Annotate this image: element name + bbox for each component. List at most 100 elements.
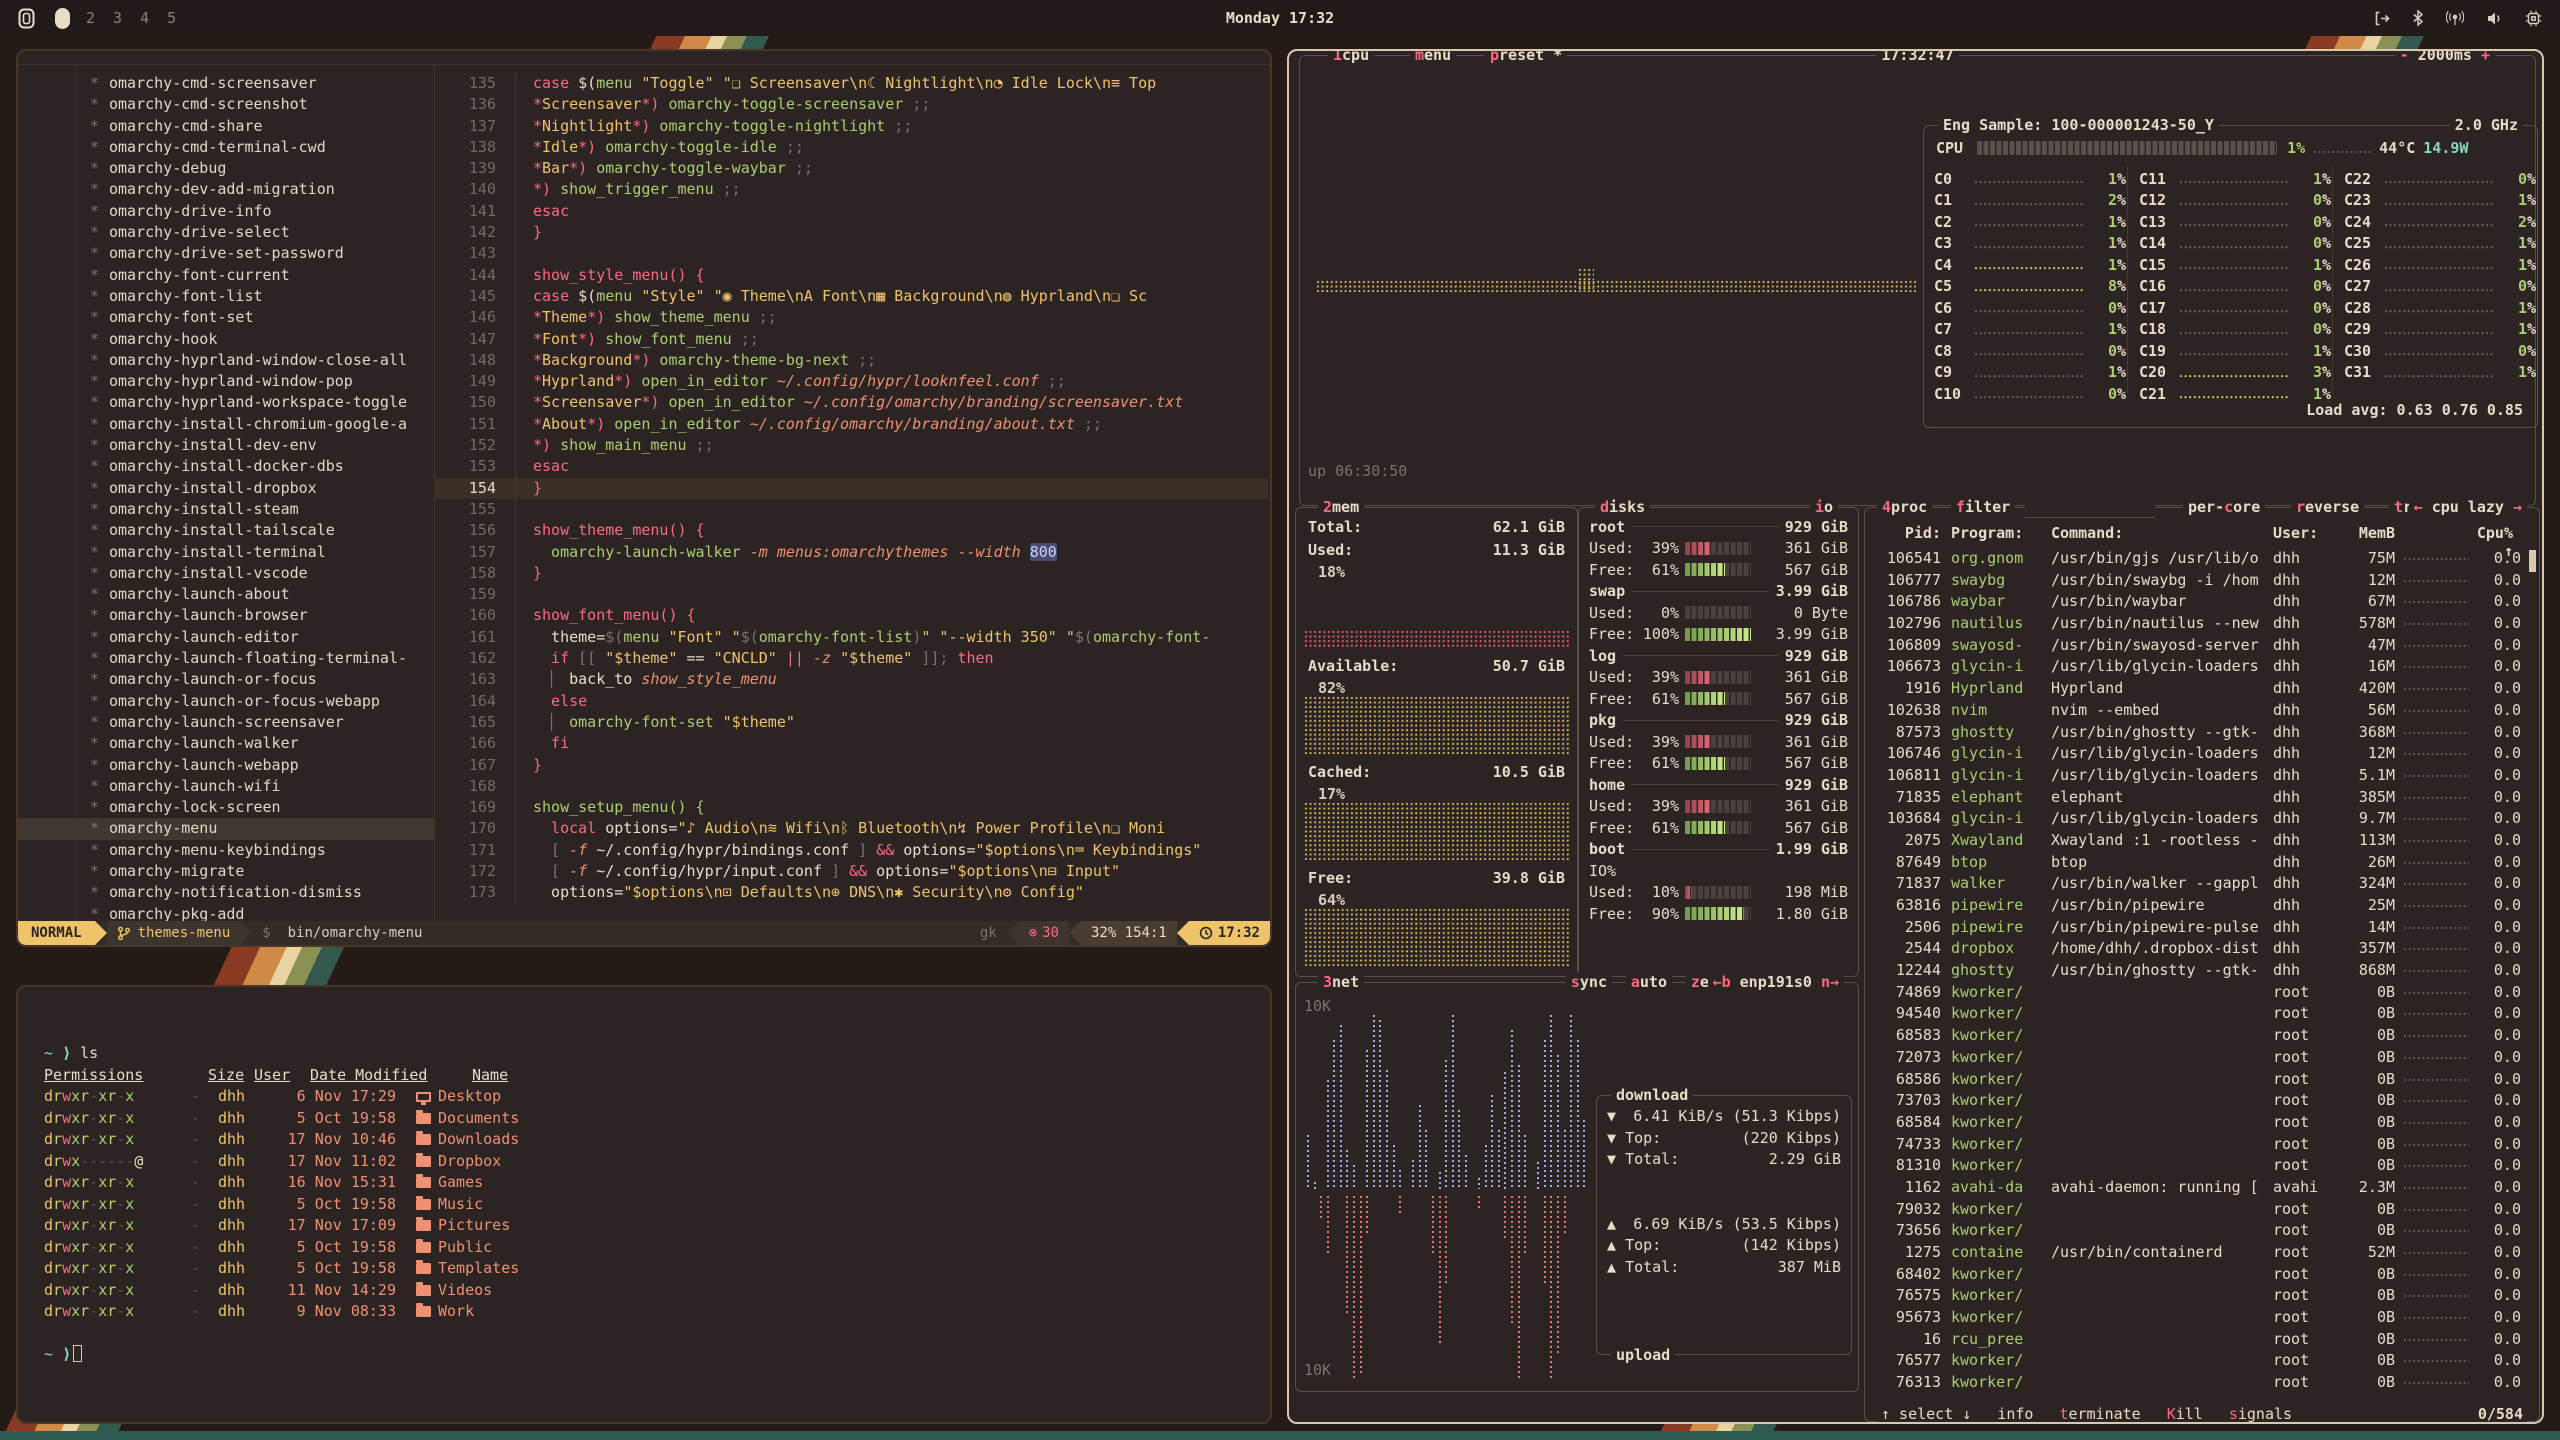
process-row[interactable]: 102638nvimnvim --embeddhh56M0.0: [1875, 700, 2529, 722]
cpu-chip-icon[interactable]: [2525, 10, 2542, 27]
file-item[interactable]: *omarchy-install-dev-env: [18, 435, 434, 456]
process-row[interactable]: 1916HyprlandHyprlanddhh420M0.0: [1875, 678, 2529, 700]
process-row[interactable]: 68583kworker/root0B0.0: [1875, 1025, 2529, 1047]
process-row[interactable]: 106811glycin-i/usr/lib/glycin-loadersdhh…: [1875, 765, 2529, 787]
process-row[interactable]: 106777swaybg/usr/bin/swaybg -i /homdhh12…: [1875, 570, 2529, 592]
file-item[interactable]: *omarchy-launch-floating-terminal-: [18, 648, 434, 669]
process-row[interactable]: 68402kworker/root0B0.0: [1875, 1264, 2529, 1286]
proc-scrollbar-thumb[interactable]: [2529, 550, 2536, 572]
file-item[interactable]: *omarchy-cmd-terminal-cwd: [18, 137, 434, 158]
process-row[interactable]: 63816pipewire/usr/bin/pipewiredhh25M0.0: [1875, 895, 2529, 917]
workspace-active[interactable]: [55, 8, 70, 29]
proc-filter[interactable]: filter: [1951, 497, 2015, 517]
update-interval[interactable]: - 2000ms +: [2395, 49, 2495, 65]
logout-icon[interactable]: [2373, 10, 2390, 27]
file-item[interactable]: *omarchy-drive-set-password: [18, 243, 434, 264]
process-row[interactable]: 2075XwaylandXwayland :1 -rootless -dhh11…: [1875, 830, 2529, 852]
tab-io[interactable]: io: [1810, 497, 1838, 517]
process-row[interactable]: 106809swayosd-/usr/bin/swayosd-serverdhh…: [1875, 635, 2529, 657]
process-row[interactable]: 102796nautilus/usr/bin/nautilus --newdhh…: [1875, 613, 2529, 635]
file-item[interactable]: *omarchy-font-list: [18, 286, 434, 307]
file-item[interactable]: *omarchy-menu: [18, 818, 434, 839]
tab-disks[interactable]: disks: [1595, 497, 1650, 517]
process-row[interactable]: 74733kworker/root0B0.0: [1875, 1134, 2529, 1156]
process-row[interactable]: 12244ghostty/usr/bin/ghostty --gtk-dhh86…: [1875, 960, 2529, 982]
menu-button[interactable]: menu: [1410, 49, 1456, 65]
file-item[interactable]: *omarchy-cmd-screensaver: [18, 73, 434, 94]
file-item[interactable]: *omarchy-hook: [18, 329, 434, 350]
wifi-icon[interactable]: [2446, 10, 2464, 27]
file-item[interactable]: *omarchy-launch-screensaver: [18, 712, 434, 733]
file-item[interactable]: *omarchy-launch-walker: [18, 733, 434, 754]
workspace-item[interactable]: 3: [113, 9, 122, 27]
process-row[interactable]: 94540kworker/root0B0.0: [1875, 1003, 2529, 1025]
file-item[interactable]: *omarchy-launch-or-focus-webapp: [18, 691, 434, 712]
process-row[interactable]: 106541org.gnom/usr/bin/gjs /usr/lib/odhh…: [1875, 548, 2529, 570]
file-item[interactable]: *omarchy-install-steam: [18, 499, 434, 520]
process-row[interactable]: 87573ghostty/usr/bin/ghostty --gtk-dhh36…: [1875, 722, 2529, 744]
file-item[interactable]: *omarchy-install-dropbox: [18, 478, 434, 499]
tab-proc[interactable]: 4proc: [1877, 497, 1932, 517]
tab-mem[interactable]: 2mem: [1318, 497, 1364, 517]
file-item[interactable]: *omarchy-install-docker-dbs: [18, 456, 434, 477]
process-row[interactable]: 16rcu_preeroot0B0.0: [1875, 1329, 2529, 1351]
workspace-item[interactable]: 2: [86, 9, 95, 27]
file-item[interactable]: *omarchy-font-current: [18, 265, 434, 286]
workspace-item[interactable]: 4: [140, 9, 149, 27]
proc-action-select[interactable]: ↑ select ↓: [1881, 1405, 1971, 1423]
process-row[interactable]: 71835elephantelephantdhh385M0.0: [1875, 787, 2529, 809]
file-item[interactable]: *omarchy-cmd-share: [18, 116, 434, 137]
bluetooth-icon[interactable]: [2412, 9, 2424, 27]
net-sync-toggle[interactable]: sync: [1566, 972, 1612, 992]
file-item[interactable]: *omarchy-launch-webapp: [18, 755, 434, 776]
net-interface[interactable]: ←b enp191s0 n→: [1708, 972, 1844, 992]
process-row[interactable]: 76313kworker/root0B0.0: [1875, 1372, 2529, 1394]
tab-net[interactable]: 3net: [1318, 972, 1364, 992]
proc-per-core-toggle[interactable]: per-core: [2183, 497, 2265, 517]
shell-prompt-line[interactable]: ~ ⟩: [44, 1344, 1260, 1366]
file-item[interactable]: *omarchy-launch-about: [18, 584, 434, 605]
file-item[interactable]: *omarchy-cmd-screenshot: [18, 94, 434, 115]
file-item[interactable]: *omarchy-drive-info: [18, 201, 434, 222]
file-item[interactable]: *omarchy-launch-or-focus: [18, 669, 434, 690]
workspace-item[interactable]: 5: [167, 9, 176, 27]
file-item[interactable]: *omarchy-dev-add-migration: [18, 179, 434, 200]
file-item[interactable]: *omarchy-drive-select: [18, 222, 434, 243]
process-row[interactable]: 106786waybar/usr/bin/waybardhh67M0.0: [1875, 591, 2529, 613]
process-row[interactable]: 68584kworker/root0B0.0: [1875, 1112, 2529, 1134]
process-row[interactable]: 73656kworker/root0B0.0: [1875, 1220, 2529, 1242]
process-row[interactable]: 95673kworker/root0B0.0: [1875, 1307, 2529, 1329]
proc-action-info[interactable]: info: [1997, 1405, 2033, 1423]
file-item[interactable]: *omarchy-launch-browser: [18, 605, 434, 626]
proc-action-signals[interactable]: signals: [2229, 1405, 2292, 1423]
process-row[interactable]: 79032kworker/root0B0.0: [1875, 1199, 2529, 1221]
preset-button[interactable]: preset *: [1485, 49, 1567, 65]
process-row[interactable]: 1275containe/usr/bin/containerdroot52M0.…: [1875, 1242, 2529, 1264]
file-item[interactable]: *omarchy-notification-dismiss: [18, 882, 434, 903]
file-item[interactable]: *omarchy-hyprland-window-close-all: [18, 350, 434, 371]
file-item[interactable]: *omarchy-debug: [18, 158, 434, 179]
process-row[interactable]: 2506pipewire/usr/bin/pipewire-pulsedhh14…: [1875, 917, 2529, 939]
proc-filter-input[interactable]: [2025, 497, 2155, 518]
process-row[interactable]: 74869kworker/root0B0.0: [1875, 982, 2529, 1004]
process-row[interactable]: 2544dropbox/home/dhh/.dropbox-distdhh357…: [1875, 938, 2529, 960]
process-row[interactable]: 106673glycin-i/usr/lib/glycin-loadersdhh…: [1875, 656, 2529, 678]
volume-icon[interactable]: [2486, 10, 2503, 27]
file-item[interactable]: *omarchy-install-vscode: [18, 563, 434, 584]
file-item[interactable]: *omarchy-lock-screen: [18, 797, 434, 818]
process-row[interactable]: 76575kworker/root0B0.0: [1875, 1285, 2529, 1307]
process-row[interactable]: 71837walker/usr/bin/walker --gappldhh324…: [1875, 873, 2529, 895]
proc-sort-selector[interactable]: ← cpu lazy →: [2409, 497, 2527, 517]
process-row[interactable]: 72073kworker/root0B0.0: [1875, 1047, 2529, 1069]
file-item[interactable]: *omarchy-migrate: [18, 861, 434, 882]
proc-action-terminate[interactable]: terminate: [2059, 1405, 2140, 1423]
process-row[interactable]: 68586kworker/root0B0.0: [1875, 1069, 2529, 1091]
file-item[interactable]: *omarchy-hyprland-workspace-toggle: [18, 392, 434, 413]
process-row[interactable]: 103684glycin-i/usr/lib/glycin-loadersdhh…: [1875, 808, 2529, 830]
proc-reverse-toggle[interactable]: reverse: [2291, 497, 2364, 517]
proc-action-kill[interactable]: Kill: [2167, 1405, 2203, 1423]
file-item[interactable]: *omarchy-menu-keybindings: [18, 840, 434, 861]
process-row[interactable]: 87649btopbtopdhh26M0.0: [1875, 852, 2529, 874]
process-row[interactable]: 76577kworker/root0B0.0: [1875, 1350, 2529, 1372]
process-row[interactable]: 106746glycin-i/usr/lib/glycin-loadersdhh…: [1875, 743, 2529, 765]
